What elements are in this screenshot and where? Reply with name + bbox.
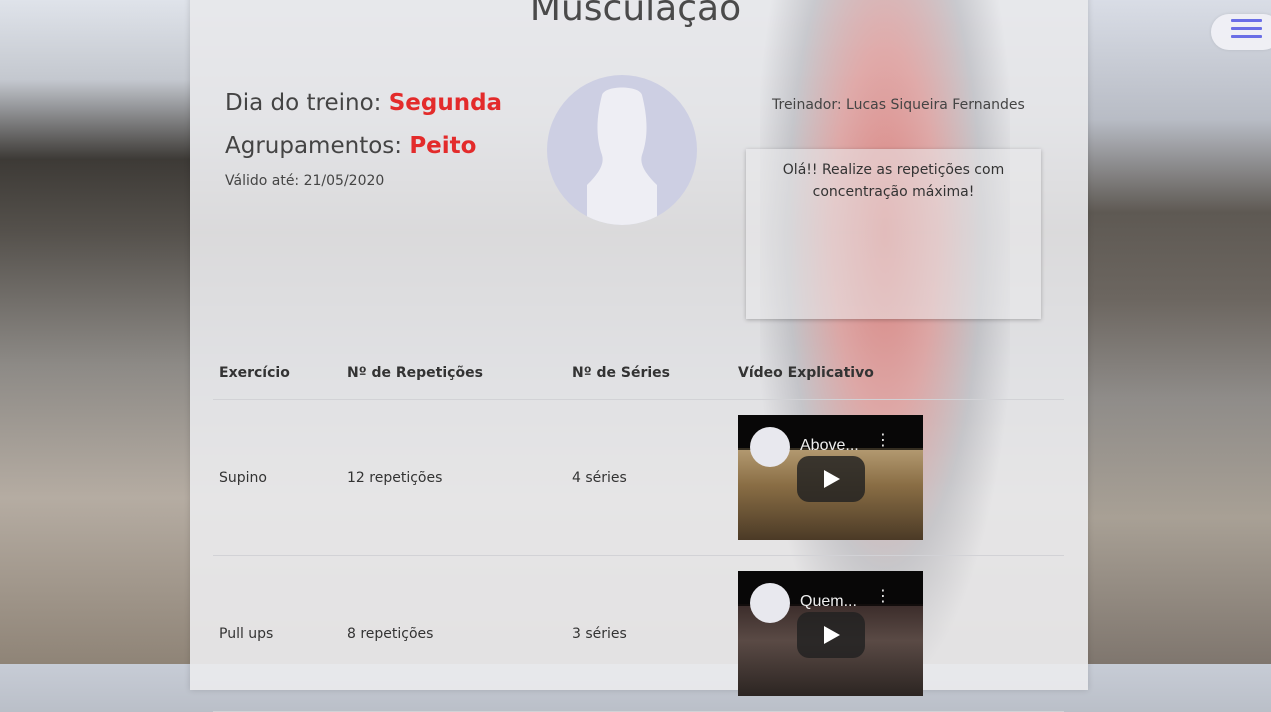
trainer-name: Treinador: Lucas Siqueira Fernandes [772,97,1025,113]
video-player[interactable]: Above... ⋮ [738,415,923,540]
header-reps: Nº de Repetições [341,355,566,400]
hamburger-menu-icon[interactable] [1211,14,1271,50]
video-player[interactable]: Quem... ⋮ [738,571,923,696]
channel-logo-icon[interactable] [750,427,790,467]
menu-bar [1231,35,1262,38]
exercise-sets: 3 séries [566,555,732,712]
background-right [1088,0,1271,664]
menu-bar [1231,19,1262,22]
header-sets: Nº de Séries [566,355,732,400]
workout-day-value: Segunda [388,90,503,116]
muscle-group-value: Peito [409,133,477,159]
play-icon[interactable] [797,612,865,658]
video-more-options-icon[interactable]: ⋮ [875,432,891,448]
table-header-row: Exercício Nº de Repetições Nº de Séries … [213,355,1064,400]
exercise-name: Supino [213,399,341,556]
video-title[interactable]: Above... [800,437,859,455]
header-exercise: Exercício [213,355,341,400]
workout-day: Dia do treino: Segunda [225,90,502,116]
menu-bar [1231,27,1262,30]
background-left [0,0,190,664]
exercise-reps: 8 repetições [341,555,566,712]
channel-logo-icon[interactable] [750,583,790,623]
exercise-sets: 4 séries [566,399,732,556]
user-silhouette-icon [547,75,697,225]
video-more-options-icon[interactable]: ⋮ [875,588,891,604]
trainer-message: Olá!! Realize as repetições com concentr… [782,162,1005,200]
exercise-name: Pull ups [213,555,341,712]
table-row: Supino 12 repetições 4 séries Above... ⋮ [213,399,1064,556]
muscle-group: Agrupamentos: Peito [225,133,476,159]
workout-day-label: Dia do treino: [225,90,389,116]
exercise-reps: 12 repetições [341,399,566,556]
exercise-table: Exercício Nº de Repetições Nº de Séries … [213,355,1064,712]
header-video: Vídeo Explicativo [732,355,1064,400]
play-icon[interactable] [797,456,865,502]
page-title: Musculação [529,0,742,29]
valid-until: Válido até: 21/05/2020 [225,173,385,189]
muscle-group-label: Agrupamentos: [225,133,410,159]
trainer-message-box: Olá!! Realize as repetições com concentr… [746,149,1041,319]
table-row: Pull ups 8 repetições 3 séries Quem... ⋮ [213,555,1064,712]
video-title[interactable]: Quem... [800,593,857,611]
